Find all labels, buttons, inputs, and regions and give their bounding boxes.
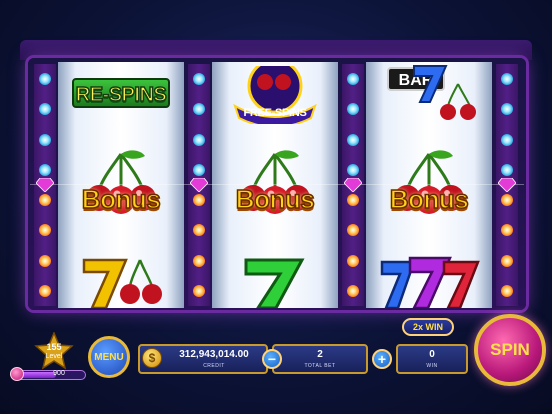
cabinet-top bbox=[20, 40, 532, 60]
respins-symbol: RE-SPINS bbox=[75, 83, 167, 107]
seven-cherry-icon bbox=[82, 258, 162, 308]
slot-machine-screen: RE-SPINS Bonus FREE-SPINS Bonus BAR Bonu… bbox=[0, 0, 552, 414]
coin-icon: $ bbox=[142, 348, 162, 368]
bonus-symbol: Bonus bbox=[389, 183, 469, 215]
bar-seven-cherry-icon: BAR bbox=[387, 65, 476, 120]
spin-button[interactable]: SPIN bbox=[474, 314, 546, 386]
bonus-symbol: Bonus bbox=[235, 183, 315, 215]
gem-icon bbox=[10, 367, 24, 381]
credit-value: 312,943,014.00 bbox=[179, 349, 249, 360]
level-label: Level bbox=[45, 353, 63, 360]
win-multiplier-badge[interactable]: 2x WIN bbox=[402, 318, 454, 336]
triple-seven-icon bbox=[380, 256, 480, 308]
win-label: WIN bbox=[426, 363, 438, 369]
green-seven-icon bbox=[244, 258, 305, 308]
bottom-hud: 155 Level 900 MENU $ 312,943,014.00 CRED… bbox=[0, 314, 552, 414]
bet-plus-button[interactable]: + bbox=[372, 349, 392, 369]
diamond-icon bbox=[190, 178, 208, 192]
credit-label: CREDIT bbox=[203, 363, 225, 369]
total-bet-label: TOTAL BET bbox=[304, 363, 336, 369]
level-progress-value: 900 bbox=[53, 370, 65, 377]
level-number: 155 bbox=[46, 342, 62, 352]
total-bet-value: 2 bbox=[317, 349, 323, 360]
bet-minus-button[interactable]: − bbox=[262, 349, 282, 369]
free-spins-label: FREE-SPINS bbox=[243, 107, 307, 119]
diamond-icon bbox=[36, 178, 54, 192]
diamond-icon bbox=[344, 178, 362, 192]
menu-button[interactable]: MENU bbox=[88, 336, 130, 378]
bonus-symbol: Bonus bbox=[81, 183, 161, 215]
reel-3: BAR Bonus bbox=[366, 62, 492, 308]
win-value: 0 bbox=[429, 349, 435, 360]
reel-1: RE-SPINS Bonus bbox=[58, 62, 184, 308]
payline bbox=[30, 184, 524, 185]
reel-2: FREE-SPINS Bonus bbox=[212, 62, 338, 308]
diamond-icon bbox=[498, 178, 516, 192]
